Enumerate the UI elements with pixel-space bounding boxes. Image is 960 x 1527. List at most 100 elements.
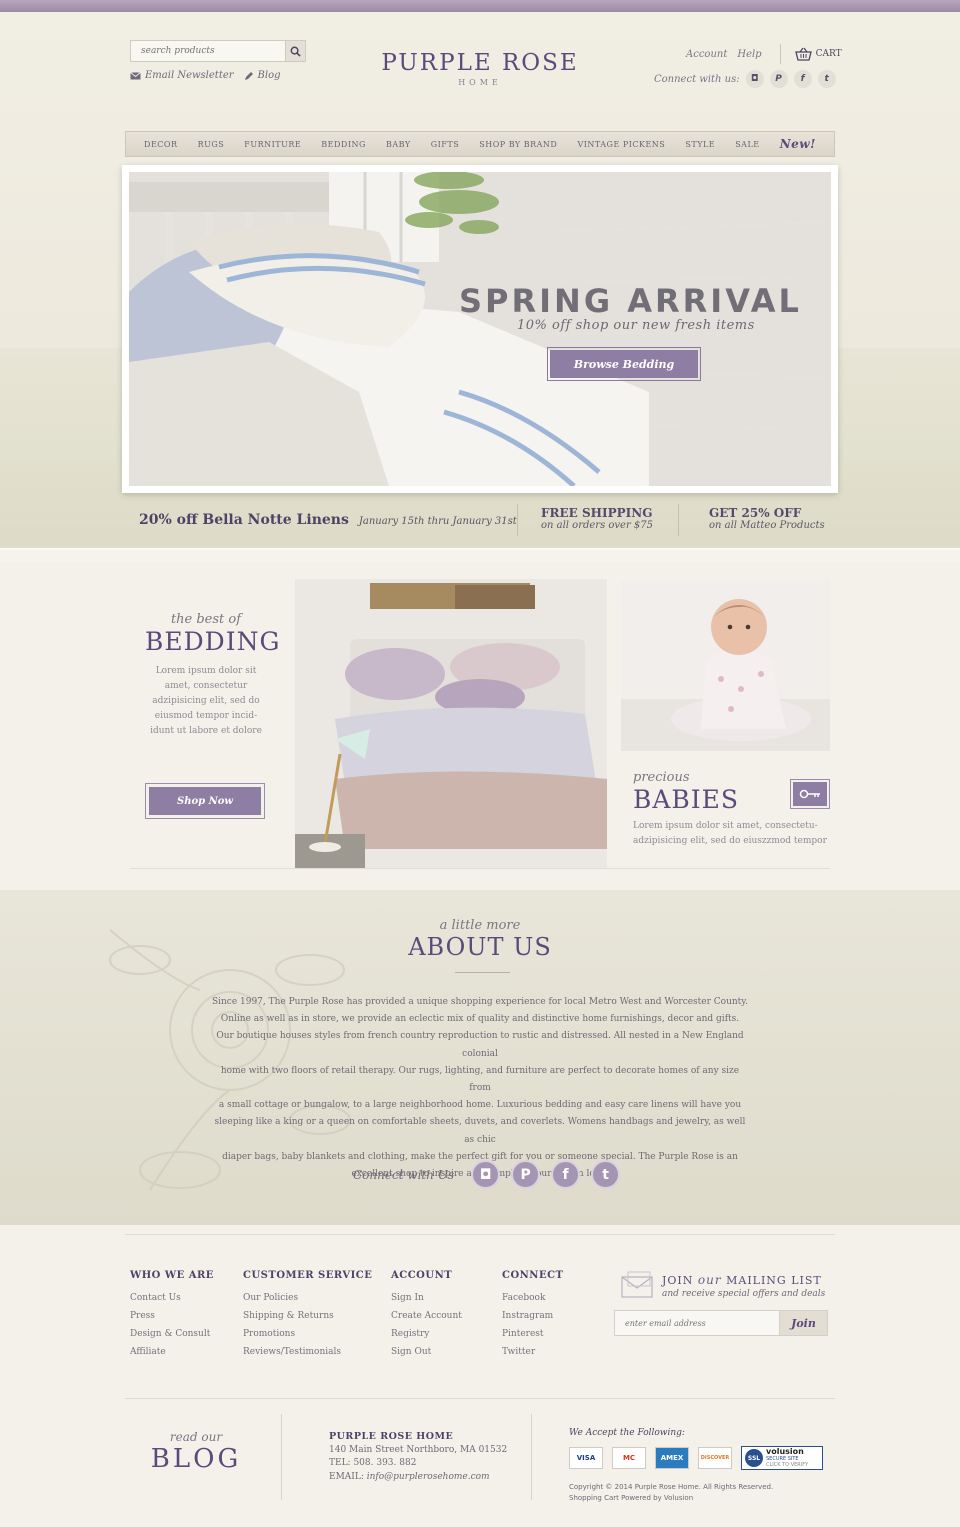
connect-label: Connect with us: bbox=[654, 73, 740, 85]
nav-item-gifts[interactable]: GIFTS bbox=[431, 140, 459, 149]
divider bbox=[678, 504, 679, 536]
nav-item-bedding[interactable]: BEDDING bbox=[321, 140, 366, 149]
babies-title: BABIES bbox=[633, 785, 740, 814]
pinterest-icon[interactable]: P bbox=[769, 70, 788, 88]
header-sub-links: Email Newsletter Blog bbox=[130, 70, 281, 81]
nav-item-sale[interactable]: SALE bbox=[735, 140, 759, 149]
footer-link[interactable]: Twitter bbox=[502, 1343, 563, 1361]
footer-link[interactable]: Contact Us bbox=[130, 1289, 214, 1307]
nav-item-style[interactable]: STYLE bbox=[685, 140, 715, 149]
pinterest-icon[interactable]: P bbox=[511, 1160, 541, 1189]
hero-banner: SPRING ARRIVAL 10% off shop our new fres… bbox=[129, 172, 831, 486]
browse-bedding-button[interactable]: Browse Bedding bbox=[547, 347, 701, 381]
facebook-icon[interactable]: f bbox=[551, 1160, 581, 1189]
about-heading: a little more ABOUT US bbox=[380, 918, 580, 961]
email-field[interactable] bbox=[615, 1311, 779, 1335]
torn-paper-edge bbox=[0, 548, 960, 562]
about-social: Connect with Us ◘ P f t bbox=[353, 1160, 621, 1189]
facebook-icon[interactable]: f bbox=[793, 70, 812, 88]
footer-link[interactable]: Our Policies bbox=[243, 1289, 372, 1307]
nav-item-rugs[interactable]: RUGS bbox=[198, 140, 225, 149]
account-links: Account Help CART bbox=[686, 44, 842, 64]
babies-feature-heading: precious BABIES bbox=[633, 770, 740, 814]
footer-col-account: ACCOUNT Sign In Create Account Registry … bbox=[391, 1270, 462, 1361]
divider bbox=[125, 1398, 835, 1399]
baby-photo bbox=[621, 579, 830, 751]
footer-link[interactable]: Shipping & Returns bbox=[243, 1307, 372, 1325]
mastercard-icon: MC bbox=[612, 1447, 646, 1469]
footer-link[interactable]: Press bbox=[130, 1307, 214, 1325]
footer-link[interactable]: Create Account bbox=[391, 1307, 462, 1325]
promo-matteo[interactable]: GET 25% OFF on all Matteo Products bbox=[709, 506, 825, 531]
nav-item-new[interactable]: New! bbox=[780, 137, 816, 151]
about-paragraph: Since 1997, The Purple Rose has provided… bbox=[211, 997, 749, 1180]
footer-link[interactable]: Sign Out bbox=[391, 1343, 462, 1361]
connect-with-us-label: Connect with Us bbox=[353, 1167, 455, 1182]
cart-link[interactable]: CART bbox=[794, 47, 842, 61]
help-link[interactable]: Help bbox=[737, 49, 761, 60]
divider bbox=[125, 1234, 835, 1235]
nav-item-baby[interactable]: BABY bbox=[386, 140, 411, 149]
read-our-blog-link[interactable]: read our BLOG bbox=[150, 1430, 242, 1474]
bedding-heading: BEDDING bbox=[145, 627, 281, 656]
footer-link[interactable]: Reviews/Testimonials bbox=[243, 1343, 372, 1361]
babies-shop-button[interactable] bbox=[790, 779, 830, 809]
bedding-feature-text: the best of BEDDING Lorem ipsum dolor si… bbox=[145, 612, 281, 736]
search-bar bbox=[130, 40, 306, 62]
hero-subtitle: 10% off shop our new fresh items bbox=[517, 318, 755, 333]
shop-now-button[interactable]: Shop Now bbox=[145, 783, 265, 819]
footer-link[interactable]: Promotions bbox=[243, 1325, 372, 1343]
twitter-icon[interactable]: t bbox=[817, 70, 836, 88]
divider bbox=[517, 504, 518, 536]
visa-icon: VISA bbox=[569, 1447, 603, 1469]
mailing-list-form: Join bbox=[614, 1310, 828, 1336]
divider bbox=[779, 44, 781, 64]
ssl-secure-badge[interactable]: SSL volusion SECURE SITE CLICK TO VERIFY bbox=[741, 1446, 823, 1470]
nav-item-decor[interactable]: DECOR bbox=[144, 140, 177, 149]
hero-title: SPRING ARRIVAL bbox=[459, 282, 802, 320]
footer-link[interactable]: Facebook bbox=[502, 1289, 563, 1307]
discover-icon: DISCOVER bbox=[698, 1447, 732, 1469]
footer-col-who-we-are: WHO WE ARE Contact Us Press Design & Con… bbox=[130, 1270, 214, 1361]
email-newsletter-link[interactable]: Email Newsletter bbox=[130, 70, 234, 81]
divider bbox=[130, 868, 830, 869]
envelope-icon bbox=[130, 71, 141, 79]
mailing-list-heading: JOIN our MAILING LIST and receive specia… bbox=[662, 1273, 826, 1299]
mail-envelope-icon bbox=[621, 1271, 653, 1298]
footer-link[interactable]: Registry bbox=[391, 1325, 462, 1343]
footer-link[interactable]: Affiliate bbox=[130, 1343, 214, 1361]
footer-link[interactable]: Sign In bbox=[391, 1289, 462, 1307]
promo-bella-notte[interactable]: 20% off Bella Notte Linens January 15th … bbox=[139, 512, 517, 528]
footer-col-customer-service: CUSTOMER SERVICE Our Policies Shipping &… bbox=[243, 1270, 372, 1361]
nav-item-furniture[interactable]: FURNITURE bbox=[244, 140, 301, 149]
search-input[interactable] bbox=[131, 41, 285, 61]
twitter-icon[interactable]: t bbox=[591, 1160, 621, 1189]
blog-link[interactable]: Blog bbox=[244, 70, 281, 81]
footer-col-connect: CONNECT Facebook Instragram Pinterest Tw… bbox=[502, 1270, 563, 1361]
payment-methods: VISA MC AMEX DISCOVER SSL volusion SECUR… bbox=[569, 1446, 823, 1470]
bedding-image[interactable] bbox=[295, 579, 607, 869]
site-logo[interactable]: PURPLE ROSE HOME bbox=[380, 50, 580, 87]
divider bbox=[281, 1414, 282, 1500]
key-icon bbox=[799, 789, 820, 799]
logo-subtitle: HOME bbox=[458, 78, 502, 87]
babies-image[interactable] bbox=[621, 579, 830, 751]
promo-free-shipping[interactable]: FREE SHIPPING on all orders over $75 bbox=[541, 506, 653, 531]
join-button[interactable]: Join bbox=[779, 1311, 827, 1335]
main-nav: DECOR RUGS FURNITURE BEDDING BABY GIFTS … bbox=[125, 131, 835, 157]
pencil-icon bbox=[244, 71, 253, 80]
amex-icon: AMEX bbox=[655, 1447, 689, 1469]
footer-link[interactable]: Pinterest bbox=[502, 1325, 563, 1343]
instagram-icon[interactable]: ◘ bbox=[745, 70, 764, 88]
account-link[interactable]: Account bbox=[686, 49, 727, 60]
divider bbox=[531, 1414, 532, 1500]
email-link[interactable]: info@purplerosehome.com bbox=[367, 1472, 490, 1482]
about-title: ABOUT US bbox=[408, 933, 552, 961]
nav-item-shop-by-brand[interactable]: SHOP BY BRAND bbox=[479, 140, 557, 149]
footer-link[interactable]: Design & Consult bbox=[130, 1325, 214, 1343]
instagram-icon[interactable]: ◘ bbox=[471, 1160, 501, 1189]
nav-item-vintage-pickens[interactable]: VINTAGE PICKENS bbox=[577, 140, 665, 149]
footer-link[interactable]: Instragram bbox=[502, 1307, 563, 1325]
copyright: Copyright © 2014 Purple Rose Home. All R… bbox=[569, 1483, 774, 1502]
search-button[interactable] bbox=[285, 41, 305, 61]
